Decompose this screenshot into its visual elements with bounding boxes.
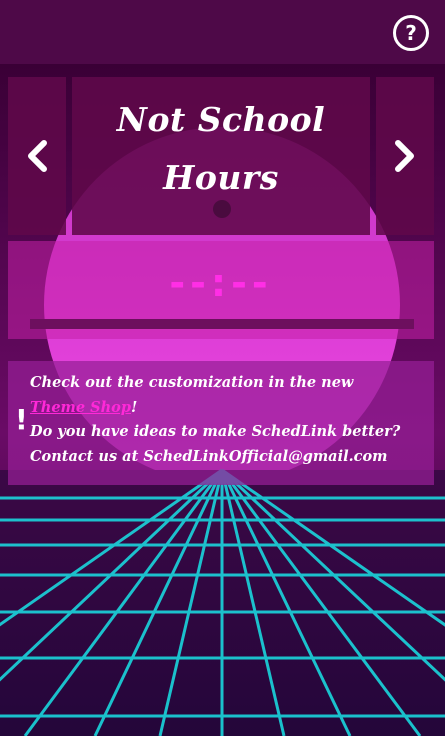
announcement-line3: Contact us at SchedLinkOfficial@gmail.co… xyxy=(30,447,388,465)
help-button[interactable]: ? xyxy=(393,15,429,51)
chevron-left-icon xyxy=(28,140,47,172)
schedule-title: Not School Hours xyxy=(116,100,326,197)
top-bar: ? xyxy=(0,0,445,64)
announcement-line1-suffix: ! xyxy=(131,398,138,416)
chevron-right-icon xyxy=(395,140,414,172)
announcement-text: Check out the customization in the new T… xyxy=(30,371,428,469)
announcement-panel: ! Check out the customization in the new… xyxy=(8,361,434,485)
schedule-title-panel: Not School Hours xyxy=(72,77,370,235)
period-progress-bar xyxy=(30,319,414,329)
announcement-line1: Check out the customization in the new xyxy=(30,374,354,391)
theme-shop-link[interactable]: Theme Shop xyxy=(30,399,131,416)
announcement-line2: Do you have ideas to make SchedLink bett… xyxy=(30,423,401,440)
previous-schedule-button[interactable] xyxy=(8,77,66,235)
exclamation-icon: ! xyxy=(15,403,28,436)
countdown-panel: --:-- xyxy=(8,241,434,339)
page-indicator-dot xyxy=(213,200,231,218)
next-schedule-button[interactable] xyxy=(376,77,434,235)
countdown-timer: --:-- xyxy=(169,261,273,305)
question-circle-icon: ? xyxy=(405,21,417,45)
